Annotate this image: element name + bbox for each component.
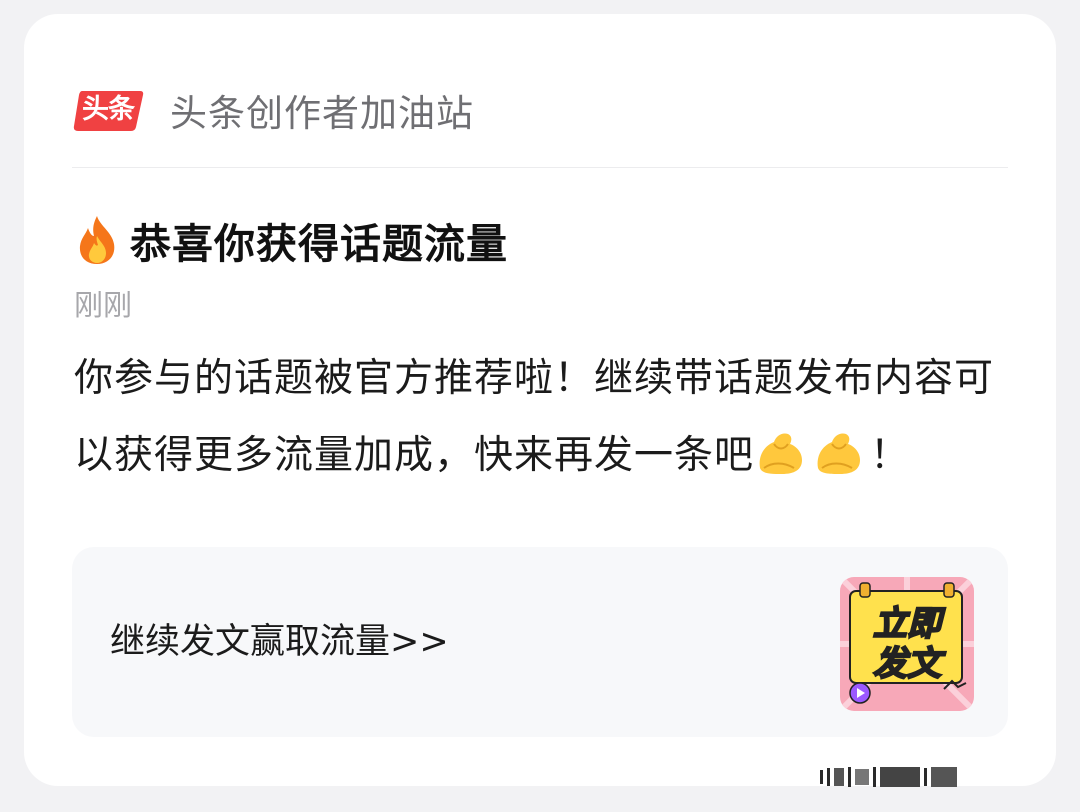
message-end: ！ <box>870 433 911 478</box>
timestamp: 刚刚 <box>74 288 133 322</box>
fire-icon <box>79 216 115 264</box>
notification-title: 恭喜你获得话题流量 <box>130 220 508 268</box>
continue-posting-button[interactable]: 继续发文赢取流量>> 立即 发文 <box>72 547 1008 737</box>
continue-posting-label: 继续发文赢取流量>> <box>110 622 449 662</box>
logo-text: 头条 <box>82 94 135 125</box>
thumbnail-text-line2: 发文 <box>873 644 946 684</box>
app-name: 头条创作者加油站 <box>170 92 474 135</box>
notification-message: 你参与的话题被官方推荐啦！继续带话题发布内容可以获得更多流量加成，快来再发一条吧… <box>74 340 1004 494</box>
watermark-glyphs <box>820 764 957 790</box>
post-now-thumbnail[interactable]: 立即 发文 <box>840 577 974 711</box>
thumbnail-text-line1: 立即 <box>873 604 946 644</box>
notification-card[interactable]: 头条 头条创作者加油站 恭喜你获得话题流量 刚刚 你参与的话题被官方推荐啦！继续… <box>24 14 1056 786</box>
notification-title-row: 恭喜你获得话题流量 <box>74 200 508 280</box>
flexed-biceps-icon <box>817 433 861 474</box>
app-header: 头条 头条创作者加油站 <box>72 72 1008 148</box>
header-divider <box>72 167 1008 168</box>
toutiao-logo: 头条 <box>72 87 144 133</box>
flexed-biceps-icon <box>759 433 803 474</box>
